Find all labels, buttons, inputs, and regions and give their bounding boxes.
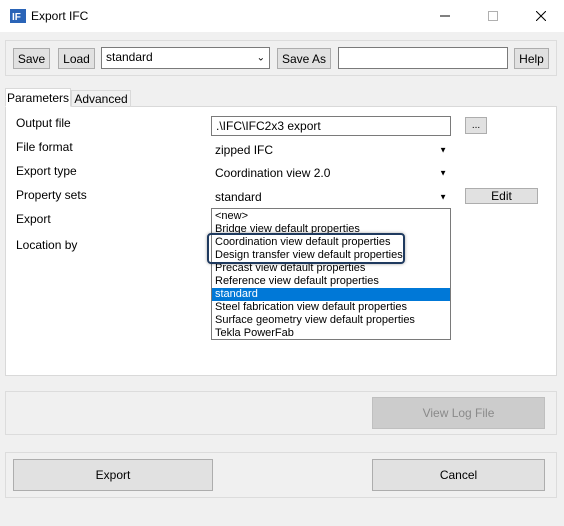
- edit-button[interactable]: Edit: [465, 188, 538, 204]
- browse-button[interactable]: ...: [465, 117, 487, 134]
- minimize-button[interactable]: [422, 0, 468, 32]
- list-item[interactable]: Surface geometry view default properties: [212, 314, 450, 327]
- export-label: Export: [16, 212, 51, 226]
- maximize-button: [470, 0, 516, 32]
- close-icon: [536, 11, 546, 21]
- output-file-label: Output file: [16, 116, 71, 130]
- load-button[interactable]: Load: [58, 48, 95, 69]
- minimize-icon: [440, 15, 450, 17]
- file-format-select[interactable]: zipped IFC ▼: [211, 140, 451, 160]
- help-button[interactable]: Help: [514, 48, 549, 69]
- window-title: Export IFC: [31, 9, 89, 23]
- list-item[interactable]: Reference view default properties: [212, 275, 450, 288]
- save-as-name-input[interactable]: [338, 47, 508, 69]
- tab-advanced[interactable]: Advanced: [71, 90, 131, 107]
- dropdown-arrow-icon: ▼: [439, 168, 447, 178]
- property-sets-value: standard: [215, 190, 262, 204]
- preset-select[interactable]: standard ⌄: [101, 47, 270, 69]
- dropdown-arrow-icon: ▼: [439, 192, 447, 202]
- svg-text:IF: IF: [12, 12, 21, 23]
- file-format-label: File format: [16, 140, 73, 154]
- export-type-label: Export type: [16, 164, 77, 178]
- save-as-button[interactable]: Save As: [277, 48, 331, 69]
- view-log-file-button[interactable]: View Log File: [372, 397, 545, 429]
- property-sets-label: Property sets: [16, 188, 87, 202]
- list-item[interactable]: Steel fabrication view default propertie…: [212, 301, 450, 314]
- save-button[interactable]: Save: [13, 48, 50, 69]
- highlight-callout: [207, 233, 405, 264]
- file-format-value: zipped IFC: [215, 143, 274, 157]
- export-type-value: Coordination view 2.0: [215, 166, 331, 180]
- property-sets-dropdown-list: <new> Bridge view default properties Coo…: [211, 208, 451, 340]
- list-item[interactable]: Tekla PowerFab: [212, 327, 450, 340]
- app-icon: IF: [10, 9, 26, 23]
- cancel-button[interactable]: Cancel: [372, 459, 545, 491]
- dropdown-arrow-icon: ▼: [439, 145, 447, 155]
- export-type-select[interactable]: Coordination view 2.0 ▼: [211, 163, 451, 183]
- output-file-input[interactable]: .\IFC\IFC2x3 export: [211, 116, 451, 136]
- maximize-icon: [488, 11, 498, 21]
- preset-select-value: standard: [106, 50, 153, 64]
- chevron-down-icon: ⌄: [256, 52, 265, 64]
- list-item-selected[interactable]: standard: [212, 288, 450, 301]
- location-by-label: Location by: [16, 238, 78, 252]
- close-button[interactable]: [518, 0, 564, 32]
- export-button[interactable]: Export: [13, 459, 213, 491]
- property-sets-select[interactable]: standard ▼: [211, 187, 451, 207]
- title-bar: IF Export IFC: [0, 0, 564, 32]
- list-item[interactable]: <new>: [212, 210, 450, 223]
- tab-parameters[interactable]: Parameters: [5, 88, 71, 107]
